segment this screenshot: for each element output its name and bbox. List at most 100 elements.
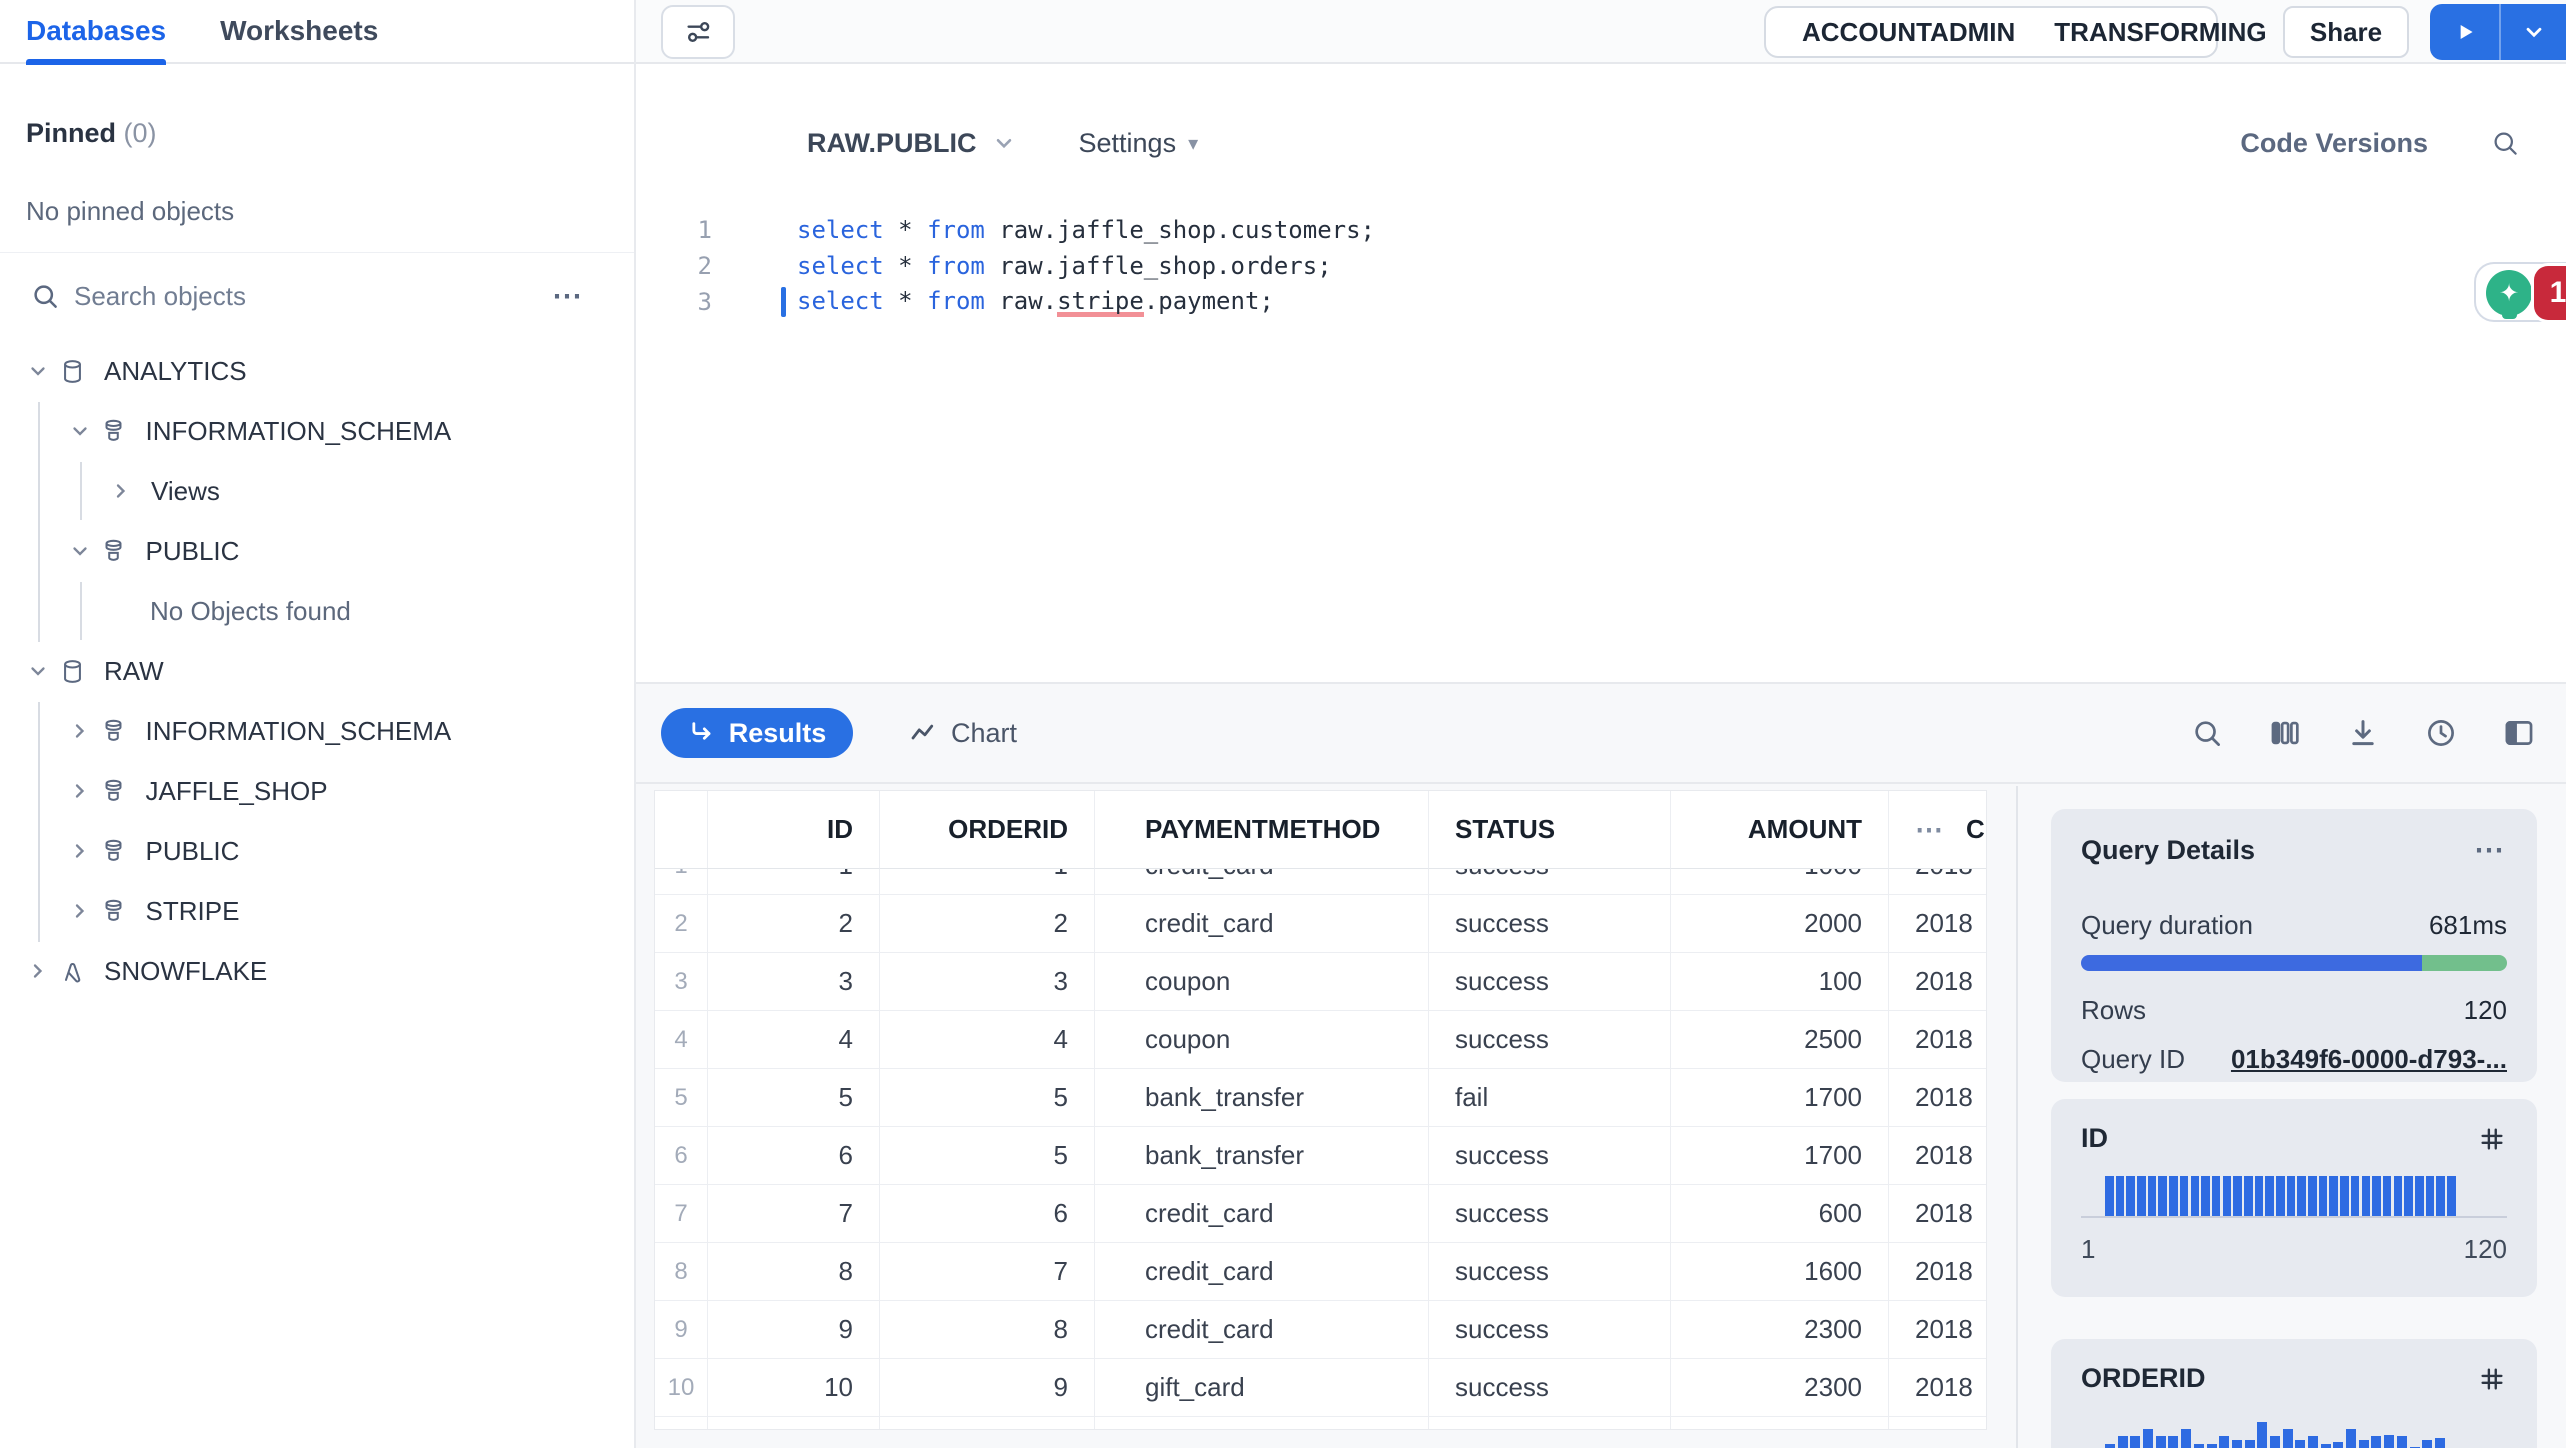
table-cell[interactable]: 7 <box>696 1185 880 1243</box>
filters-button[interactable] <box>661 5 735 59</box>
table-row[interactable]: 8 8 7 credit_card success 1600 2018 <box>655 1243 1986 1301</box>
tree-item-analytics[interactable]: ANALYTICS <box>0 341 634 401</box>
tree-item-views[interactable]: Views <box>0 461 634 521</box>
search-results-button[interactable] <box>2190 716 2224 750</box>
column-header-id[interactable]: ID <box>696 791 880 869</box>
table-cell[interactable]: 2018 <box>1889 1127 1986 1185</box>
table-row[interactable]: 2 2 2 credit_card success 2000 2018 <box>655 895 1986 953</box>
table-cell[interactable]: 4 <box>696 1011 880 1069</box>
table-row[interactable]: 6 6 5 bank_transfer success 1700 2018 <box>655 1127 1986 1185</box>
table-cell[interactable]: 2000 <box>1671 895 1889 953</box>
table-cell[interactable]: success <box>1429 1301 1671 1359</box>
panel-resizer[interactable] <box>2016 786 2018 1448</box>
code-line-1[interactable]: 1 select * from raw.jaffle_shop.customers… <box>636 212 2566 248</box>
table-cell[interactable]: credit_card <box>1095 1301 1429 1359</box>
table-row[interactable]: 10 10 9 gift_card success 2300 2018 <box>655 1359 1986 1417</box>
chevron-down-icon[interactable] <box>66 539 94 563</box>
table-row[interactable]: 5 5 5 bank_transfer fail 1700 2018 <box>655 1069 1986 1127</box>
code-versions-button[interactable]: Code Versions <box>2240 128 2428 159</box>
download-results-button[interactable] <box>2346 716 2380 750</box>
column-menu-icon[interactable]: ⋯ <box>1915 813 1946 846</box>
table-cell[interactable]: 4 <box>880 1011 1095 1069</box>
tab-databases[interactable]: Databases <box>26 0 167 65</box>
tree-item-public[interactable]: PUBLIC <box>0 821 634 881</box>
table-cell[interactable]: success <box>1429 895 1671 953</box>
table-cell[interactable]: 2018 <box>1889 953 1986 1011</box>
table-cell[interactable]: 2300 <box>1671 1301 1889 1359</box>
table-cell[interactable]: 1700 <box>1671 1127 1889 1185</box>
table-cell[interactable]: 6 <box>696 1127 880 1185</box>
chevron-down-icon[interactable] <box>24 659 52 683</box>
column-header-paymentmethod[interactable]: PAYMENTMETHOD <box>1095 791 1429 869</box>
table-cell[interactable]: 2018 <box>1889 1011 1986 1069</box>
chevron-right-icon[interactable] <box>66 779 94 803</box>
tab-chart[interactable]: Chart <box>908 718 1017 749</box>
table-cell[interactable]: coupon <box>1095 953 1429 1011</box>
table-cell[interactable]: 9 <box>696 1301 880 1359</box>
split-panel-button[interactable] <box>2502 716 2536 750</box>
table-cell[interactable]: 600 <box>1671 1185 1889 1243</box>
table-cell[interactable]: 2 <box>880 895 1095 953</box>
tab-worksheets[interactable]: Worksheets <box>220 0 378 63</box>
table-row[interactable]: 3 3 3 coupon success 100 2018 <box>655 953 1986 1011</box>
session-context-button[interactable]: ACCOUNTADMIN TRANSFORMING <box>1764 6 2267 58</box>
database-schema-selector[interactable]: RAW.PUBLIC <box>807 128 1017 159</box>
table-cell[interactable]: 8 <box>880 1301 1095 1359</box>
tab-results[interactable]: Results <box>661 708 853 758</box>
table-cell[interactable]: coupon <box>1095 1011 1429 1069</box>
tree-item-public[interactable]: PUBLIC <box>0 521 634 581</box>
number-type-icon[interactable] <box>2477 1124 2507 1154</box>
column-header-status[interactable]: STATUS <box>1429 791 1671 869</box>
chevron-right-icon[interactable] <box>107 479 135 503</box>
table-cell[interactable]: bank_transfer <box>1095 1127 1429 1185</box>
table-cell[interactable]: 2018 <box>1889 1069 1986 1127</box>
run-options-button[interactable] <box>2501 4 2566 60</box>
chevron-right-icon[interactable] <box>24 959 52 983</box>
table-cell[interactable]: success <box>1429 1185 1671 1243</box>
table-cell[interactable]: 2300 <box>1671 1359 1889 1417</box>
table-cell[interactable]: credit_card <box>1095 1185 1429 1243</box>
table-row[interactable]: 9 9 8 credit_card success 2300 2018 <box>655 1301 1986 1359</box>
code-line-3[interactable]: 3 select * from raw.stripe.payment; <box>636 284 2566 320</box>
number-type-icon[interactable] <box>2477 1364 2507 1394</box>
table-cell[interactable]: credit_card <box>1095 895 1429 953</box>
chevron-down-icon[interactable] <box>24 359 52 383</box>
chevron-right-icon[interactable] <box>66 899 94 923</box>
column-header-orderid[interactable]: ORDERID <box>880 791 1095 869</box>
table-cell[interactable]: bank_transfer <box>1095 1069 1429 1127</box>
columns-button[interactable] <box>2268 716 2302 750</box>
table-cell[interactable]: 1700 <box>1671 1069 1889 1127</box>
table-cell[interactable]: 8 <box>696 1243 880 1301</box>
table-cell[interactable]: gift_card <box>1095 1359 1429 1417</box>
code-line-2[interactable]: 2 select * from raw.jaffle_shop.orders; <box>636 248 2566 284</box>
table-cell[interactable]: 5 <box>880 1127 1095 1185</box>
table-cell[interactable]: success <box>1429 953 1671 1011</box>
column-header-amount[interactable]: AMOUNT <box>1671 791 1889 869</box>
tree-item-stripe[interactable]: STRIPE <box>0 881 634 941</box>
chevron-right-icon[interactable] <box>66 719 94 743</box>
table-cell[interactable]: 2018 <box>1889 1185 1986 1243</box>
tree-item-jaffle-shop[interactable]: JAFFLE_SHOP <box>0 761 634 821</box>
table-cell[interactable]: 7 <box>880 1243 1095 1301</box>
table-cell[interactable]: 2018 <box>1889 1359 1986 1417</box>
table-cell[interactable]: 2 <box>696 895 880 953</box>
settings-dropdown[interactable]: Settings ▾ <box>1079 128 1199 159</box>
tree-item-information-schema[interactable]: INFORMATION_SCHEMA <box>0 701 634 761</box>
table-cell[interactable]: 6 <box>880 1185 1095 1243</box>
table-cell[interactable]: 100 <box>1671 953 1889 1011</box>
editor-search-button[interactable] <box>2490 128 2520 158</box>
sidebar-more-menu[interactable]: ⋯ <box>552 279 586 314</box>
table-cell[interactable]: credit_card <box>1095 1243 1429 1301</box>
table-cell[interactable]: 5 <box>880 1069 1095 1127</box>
table-row[interactable]: 4 4 4 coupon success 2500 2018 <box>655 1011 1986 1069</box>
column-header-created[interactable]: ⋯ CREATED <box>1889 791 1986 869</box>
table-cell[interactable]: success <box>1429 1011 1671 1069</box>
tree-item-snowflake[interactable]: SNOWFLAKE <box>0 941 634 1001</box>
copilot-suggestion-chip[interactable]: ✦ 1 <box>2474 262 2566 322</box>
object-search[interactable]: Search objects ⋯ <box>0 270 634 322</box>
tree-item-information-schema[interactable]: INFORMATION_SCHEMA <box>0 401 634 461</box>
chevron-right-icon[interactable] <box>66 839 94 863</box>
query-id-link[interactable]: 01b349f6-0000-d793-... <box>2231 1044 2507 1075</box>
table-cell[interactable]: 3 <box>696 953 880 1011</box>
table-cell[interactable]: success <box>1429 1127 1671 1185</box>
